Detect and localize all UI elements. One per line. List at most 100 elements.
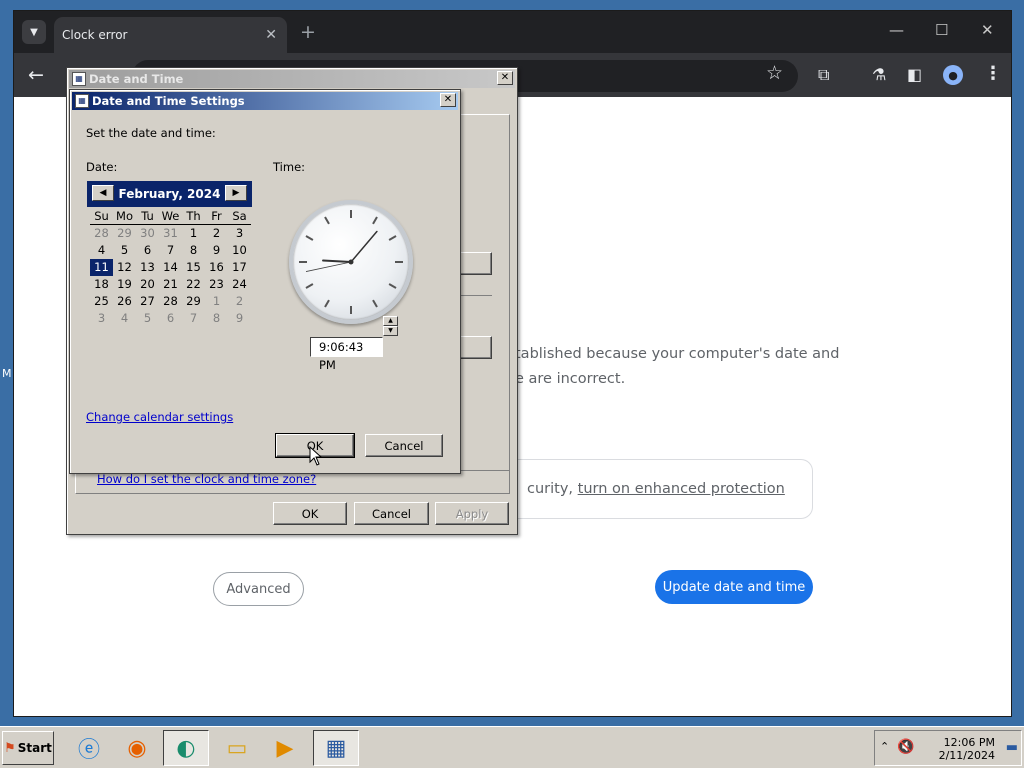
volume-muted-icon[interactable]: 🔇 xyxy=(897,739,914,755)
media-player-icon[interactable]: ▶ xyxy=(262,730,308,766)
profile-avatar-icon[interactable]: ● xyxy=(943,65,963,85)
calendar-day[interactable]: 29 xyxy=(182,293,205,310)
calendar-day[interactable]: 28 xyxy=(90,225,113,242)
calendar-day[interactable]: 15 xyxy=(182,259,205,276)
time-down-icon[interactable]: ▼ xyxy=(383,326,398,336)
more-menu-icon[interactable]: ⋮ xyxy=(984,63,1002,84)
calendar-day[interactable]: 17 xyxy=(228,259,251,276)
cancel-button[interactable]: Cancel xyxy=(354,502,429,525)
tray-expand-icon[interactable]: ⌃ xyxy=(880,740,889,753)
minimize-icon[interactable]: — xyxy=(889,21,904,39)
calendar-week-row: 4 5 6 7 8 9 10 xyxy=(90,242,251,259)
firefox-icon[interactable]: ◉ xyxy=(114,730,160,766)
start-button[interactable]: ⚑ Start xyxy=(2,731,54,765)
calendar-clock-icon: ▦ xyxy=(72,72,86,86)
internet-explorer-icon[interactable]: ⓔ xyxy=(66,730,112,766)
enhanced-protection-prefix: curity, xyxy=(527,481,578,497)
calendar-header: ◀ February, 2024 ▶ xyxy=(87,181,252,207)
clock-center xyxy=(348,259,354,265)
calendar-day[interactable]: 7 xyxy=(182,310,205,327)
calendar-day[interactable]: 28 xyxy=(159,293,182,310)
new-tab-icon[interactable]: + xyxy=(300,21,316,43)
calendar-day[interactable]: 12 xyxy=(113,259,136,276)
calendar-week-row: 11 12 13 14 15 16 17 xyxy=(90,259,251,276)
enhanced-protection-link[interactable]: turn on enhanced protection xyxy=(578,481,785,497)
tray-clock[interactable]: 12:06 PM 2/11/2024 xyxy=(939,736,995,762)
calendar-day[interactable]: 13 xyxy=(136,259,159,276)
extensions-icon[interactable]: ⧉ xyxy=(818,65,829,85)
close-icon[interactable]: ✕ xyxy=(497,71,513,85)
side-panel-icon[interactable]: ◧ xyxy=(907,65,922,84)
labs-flask-icon[interactable]: ⚗ xyxy=(872,65,886,84)
time-label: Time: xyxy=(273,160,306,174)
apply-button[interactable]: Apply xyxy=(435,502,509,525)
calendar-day[interactable]: 5 xyxy=(136,310,159,327)
advanced-button[interactable]: Advanced xyxy=(213,572,304,606)
tab-search-button[interactable]: ▼ xyxy=(22,20,46,44)
calendar-day[interactable]: 1 xyxy=(182,225,205,242)
clock-tick xyxy=(305,235,314,241)
tray-time: 12:06 PM xyxy=(943,736,995,749)
show-desktop-icon[interactable]: ▬ xyxy=(1006,740,1018,755)
tab-close-icon[interactable]: ✕ xyxy=(265,27,277,43)
tab-title: Clock error xyxy=(62,28,128,42)
settings-title: Date and Time Settings xyxy=(92,94,245,108)
maximize-icon[interactable]: ☐ xyxy=(935,21,948,39)
calendar-day[interactable]: 21 xyxy=(159,276,182,293)
date-time-control-panel-icon[interactable]: ▦ xyxy=(313,730,359,766)
calendar-day[interactable]: 26 xyxy=(113,293,136,310)
calendar-day[interactable]: 9 xyxy=(228,310,251,327)
calendar-day[interactable]: 24 xyxy=(228,276,251,293)
calendar-day[interactable]: 9 xyxy=(205,242,228,259)
calendar-day[interactable]: 23 xyxy=(205,276,228,293)
ok-button[interactable]: OK xyxy=(273,502,347,525)
next-month-icon[interactable]: ▶ xyxy=(225,185,247,201)
calendar-day[interactable]: 5 xyxy=(113,242,136,259)
previous-month-icon[interactable]: ◀ xyxy=(92,185,114,201)
calendar-day[interactable]: 14 xyxy=(159,259,182,276)
calendar-day[interactable]: 30 xyxy=(136,225,159,242)
calendar-day[interactable]: 18 xyxy=(90,276,113,293)
change-calendar-settings-link[interactable]: Change calendar settings xyxy=(86,410,233,424)
calendar-day[interactable]: 10 xyxy=(228,242,251,259)
calendar-day[interactable]: 11 xyxy=(90,259,113,276)
calendar-day[interactable]: 29 xyxy=(113,225,136,242)
time-up-icon[interactable]: ▲ xyxy=(383,316,398,326)
calendar-day[interactable]: 22 xyxy=(182,276,205,293)
calendar-day[interactable]: 2 xyxy=(228,293,251,310)
file-explorer-icon[interactable]: ▭ xyxy=(214,730,260,766)
calendar-day[interactable]: 7 xyxy=(159,242,182,259)
calendar-day[interactable]: 3 xyxy=(228,225,251,242)
time-input[interactable]: 9:06:43 PM xyxy=(310,337,383,372)
calendar-day[interactable]: 16 xyxy=(205,259,228,276)
calendar-day[interactable]: 1 xyxy=(205,293,228,310)
taskbar: ⚑ Start ⓔ ◉ ◐ ▭ ▶ ▦ ⌃ 🔇 12:06 PM 2/11/20… xyxy=(0,726,1024,768)
calendar-day[interactable]: 4 xyxy=(90,242,113,259)
clock-tick xyxy=(372,216,378,225)
calendar-day[interactable]: 4 xyxy=(113,310,136,327)
calendar-day[interactable]: 2 xyxy=(205,225,228,242)
calendar-week-row: 18 19 20 21 22 23 24 xyxy=(90,276,251,293)
calendar-day[interactable]: 20 xyxy=(136,276,159,293)
clock-tick xyxy=(388,283,397,289)
bookmark-star-icon[interactable]: ☆ xyxy=(766,62,783,84)
instruction-label: Set the date and time: xyxy=(86,126,216,140)
calendar-day[interactable]: 19 xyxy=(113,276,136,293)
calendar-day[interactable]: 8 xyxy=(205,310,228,327)
close-icon[interactable]: ✕ xyxy=(440,93,456,107)
help-clock-link[interactable]: How do I set the clock and time zone? xyxy=(97,472,316,486)
back-arrow-icon[interactable]: ← xyxy=(28,64,44,86)
update-date-time-button[interactable]: Update date and time xyxy=(655,570,813,604)
calendar-day[interactable]: 3 xyxy=(90,310,113,327)
calendar-day[interactable]: 6 xyxy=(136,242,159,259)
edge-browser-icon[interactable]: ◐ xyxy=(163,730,209,766)
calendar-day[interactable]: 8 xyxy=(182,242,205,259)
calendar-day[interactable]: 27 xyxy=(136,293,159,310)
calendar-day[interactable]: 25 xyxy=(90,293,113,310)
weekday-header-row: Su Mo Tu We Th Fr Sa xyxy=(90,208,251,225)
window-close-icon[interactable]: ✕ xyxy=(981,21,994,39)
cancel-button[interactable]: Cancel xyxy=(365,434,443,457)
tab-clock-error[interactable]: Clock error ✕ xyxy=(54,17,287,53)
calendar-day[interactable]: 31 xyxy=(159,225,182,242)
calendar-day[interactable]: 6 xyxy=(159,310,182,327)
